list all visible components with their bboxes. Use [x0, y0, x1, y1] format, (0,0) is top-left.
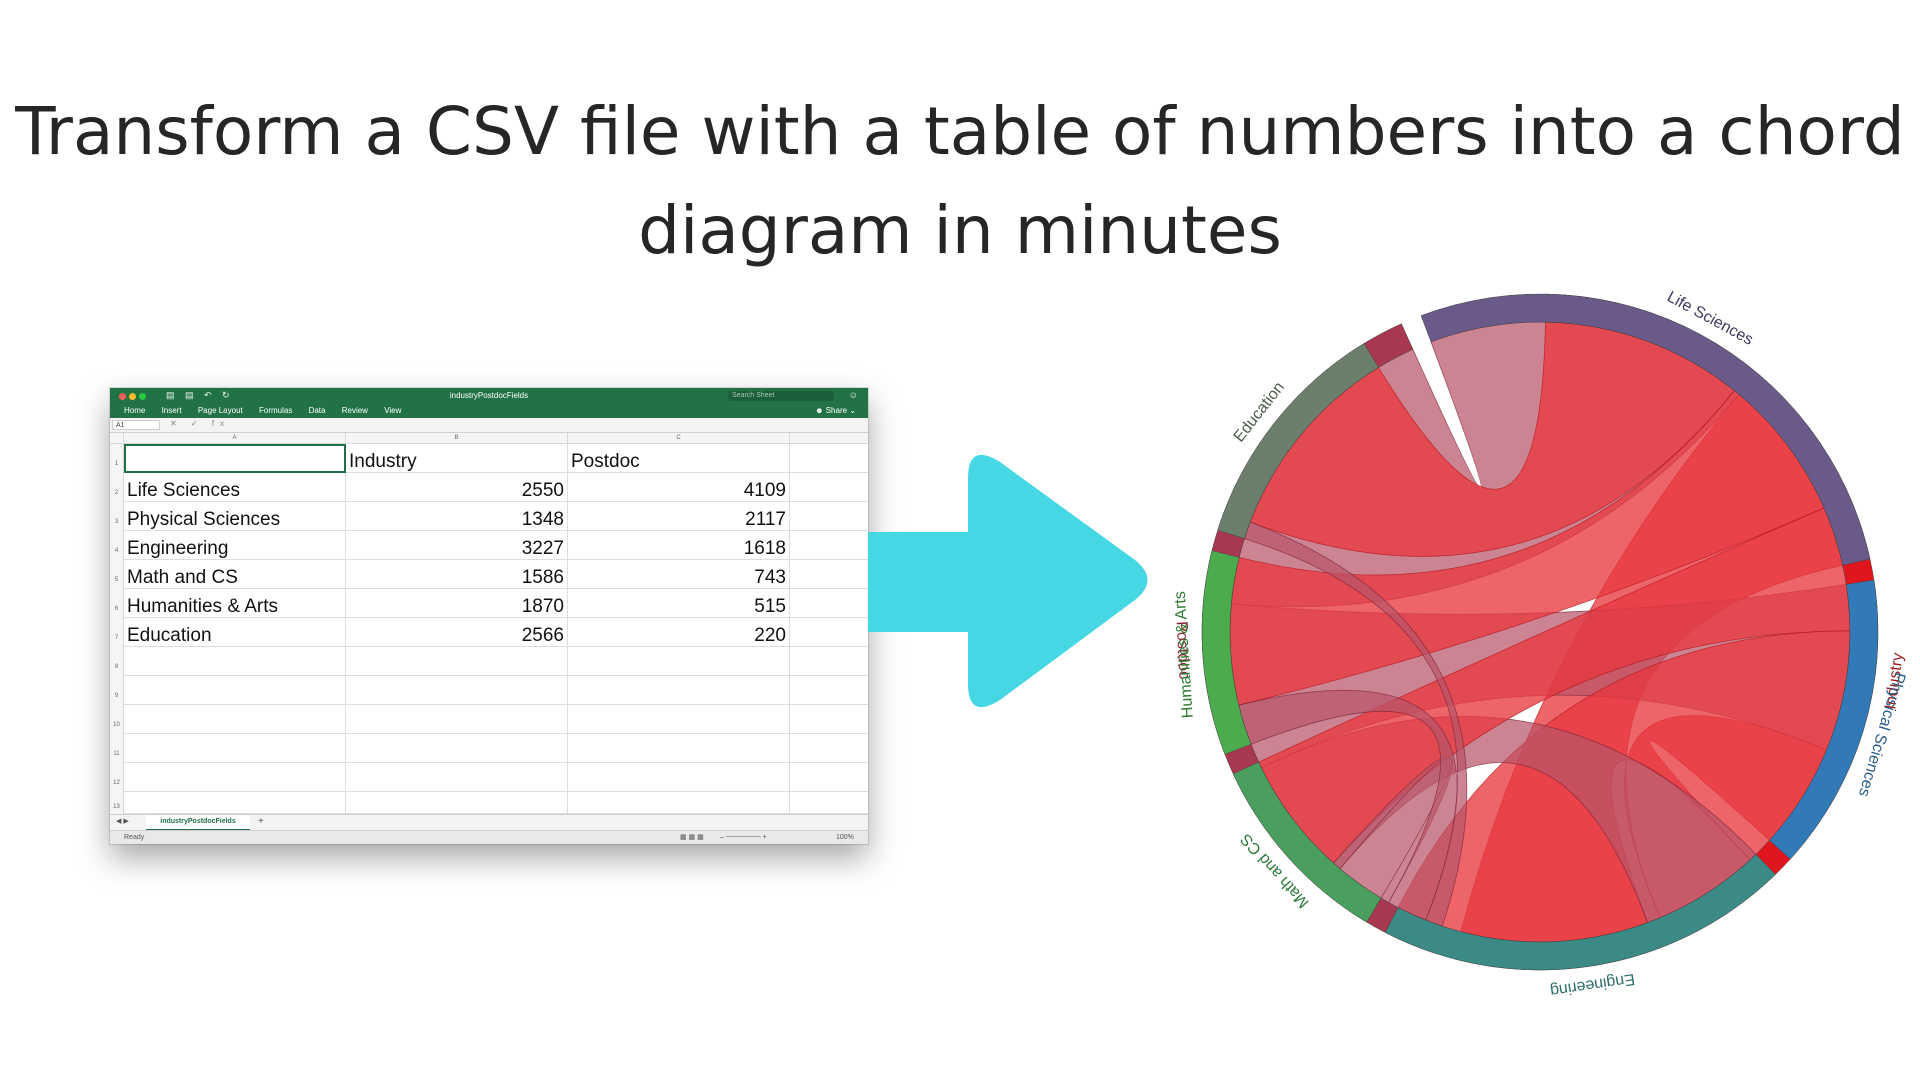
chord-diagram: IndustryPostdocLife SciencesPhysical Sci… — [1172, 288, 1908, 999]
group-label-humanities-and-arts: Humanities & Arts — [1172, 591, 1197, 719]
group-label-engineering: Engineering — [1549, 970, 1636, 999]
chord-ribbons — [1229, 321, 1851, 943]
